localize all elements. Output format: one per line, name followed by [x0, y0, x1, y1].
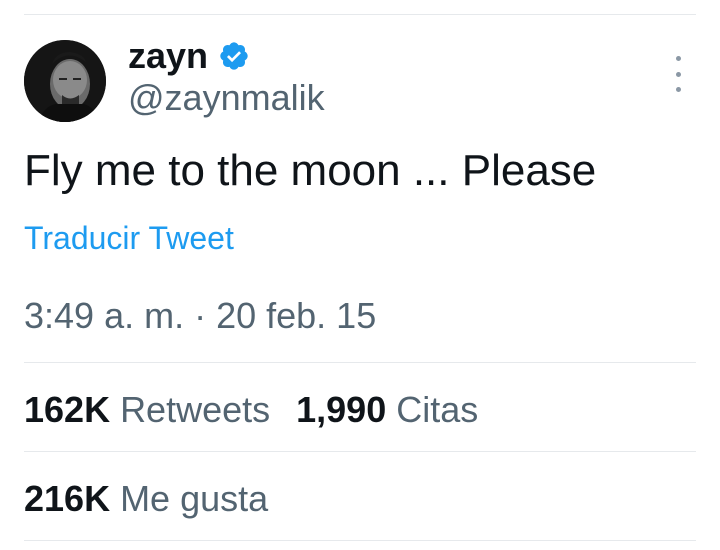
- more-vertical-icon[interactable]: [668, 56, 688, 92]
- retweets-label: Retweets: [120, 389, 271, 430]
- quotes-label: Citas: [396, 389, 479, 430]
- tweet-timestamp[interactable]: 3:49 a. m. · 20 feb. 15: [24, 296, 376, 336]
- avatar[interactable]: [24, 40, 106, 122]
- likes-label: Me gusta: [120, 478, 269, 519]
- retweets-count: 162K: [24, 389, 111, 430]
- likes-stats-row: 216K Me gusta: [24, 479, 294, 519]
- more-dot: [675, 87, 681, 92]
- author-handle[interactable]: @zaynmalik: [128, 78, 325, 118]
- more-dot: [675, 71, 681, 77]
- quotes-stat[interactable]: 1,990 Citas: [296, 390, 478, 430]
- quotes-count: 1,990: [296, 389, 387, 430]
- translate-tweet-link[interactable]: Traducir Tweet: [24, 220, 234, 256]
- tweet-header: zayn @zaynmalik: [24, 36, 696, 126]
- divider: [24, 451, 696, 452]
- divider: [24, 540, 696, 541]
- likes-count: 216K: [24, 478, 111, 519]
- author-name-row: zayn: [128, 36, 250, 76]
- verified-badge-icon: [218, 40, 250, 72]
- top-divider: [24, 14, 696, 15]
- retweets-stat[interactable]: 162K Retweets: [24, 390, 270, 430]
- author-display-name[interactable]: zayn: [128, 36, 208, 76]
- more-dot: [675, 56, 681, 61]
- engagement-stats-row: 162K Retweets 1,990 Citas: [24, 390, 504, 430]
- likes-stat[interactable]: 216K Me gusta: [24, 479, 268, 519]
- avatar-photo: [24, 40, 106, 122]
- divider: [24, 362, 696, 363]
- tweet-text: Fly me to the moon ... Please: [24, 146, 597, 195]
